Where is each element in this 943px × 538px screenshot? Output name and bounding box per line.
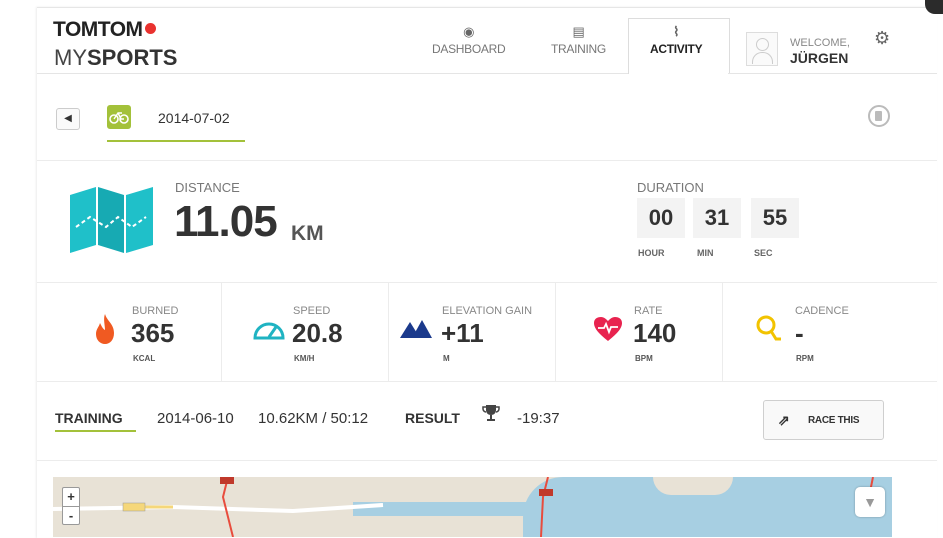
- avatar[interactable]: [746, 32, 778, 66]
- route-map[interactable]: [53, 477, 892, 537]
- tab-training-label: TRAINING: [551, 42, 606, 56]
- result-label: RESULT: [405, 410, 460, 426]
- rate-unit: BPM: [635, 354, 653, 363]
- distance-value: 11.05: [174, 197, 278, 246]
- burned-unit: KCAL: [133, 354, 156, 363]
- min-label: MIN: [697, 248, 714, 258]
- logo-dot-icon: [144, 23, 156, 34]
- heart-icon: [594, 317, 622, 341]
- stat-divider: [221, 283, 222, 381]
- cadence-value: -: [795, 318, 804, 348]
- distance-label: DISTANCE: [175, 180, 240, 195]
- elevation-unit: M: [443, 354, 450, 363]
- cadence-icon: [756, 315, 781, 341]
- map-zoom-control: + -: [62, 487, 80, 525]
- distance-unit: KM: [291, 222, 324, 245]
- date-underline: [107, 140, 245, 142]
- speed-unit: KM/H: [294, 354, 315, 363]
- tab-dashboard-label: DASHBOARD: [432, 42, 506, 56]
- tab-dashboard[interactable]: ◉ DASHBOARD: [432, 24, 506, 57]
- app-frame: [37, 7, 937, 538]
- race-this-button[interactable]: ⇗ RACE THIS: [763, 400, 884, 440]
- layers-icon: ▼: [863, 494, 877, 510]
- mysports-logo: MYSPORTS: [54, 45, 178, 70]
- zoom-in-button[interactable]: +: [63, 488, 79, 507]
- map-roads: [53, 477, 874, 537]
- tab-training[interactable]: ▤ TRAINING: [551, 24, 606, 57]
- map-icon: [70, 187, 153, 253]
- nav-divider-right: [728, 73, 937, 74]
- cadence-label: CADENCE: [795, 305, 849, 317]
- elevation-label: ELEVATION GAIN: [442, 305, 533, 317]
- layers-button[interactable]: ▼: [855, 487, 885, 517]
- nav-divider: [37, 73, 628, 74]
- tab-activity-label: ACTIVITY: [650, 42, 703, 56]
- training-label[interactable]: TRAINING: [55, 410, 123, 426]
- duration-label: DURATION: [637, 180, 704, 195]
- stat-divider: [388, 283, 389, 381]
- delete-icon[interactable]: [868, 105, 890, 127]
- training-distance-time: 10.62KM / 50:12: [258, 410, 369, 427]
- race-arrow-icon: ⇗: [778, 412, 790, 428]
- zoom-out-button[interactable]: -: [63, 507, 79, 525]
- stat-divider: [722, 283, 723, 381]
- rate-label: RATE: [634, 305, 663, 317]
- rate-value: 140: [633, 318, 677, 348]
- duration-minutes: 31: [693, 198, 741, 238]
- divider: [37, 460, 937, 461]
- username[interactable]: JÜRGEN: [790, 50, 848, 66]
- duration-hours: 00: [637, 198, 685, 238]
- duration-seconds: 55: [751, 198, 799, 238]
- training-date: 2014-06-10: [157, 410, 234, 427]
- stat-divider: [555, 283, 556, 381]
- training-underline: [55, 430, 136, 432]
- burned-value: 365: [131, 318, 175, 348]
- elevation-value: +11: [441, 318, 484, 348]
- speed-value: 20.8: [292, 318, 343, 348]
- mountain-icon: [400, 320, 432, 338]
- dashboard-icon: ◉: [463, 24, 475, 39]
- divider: [37, 160, 937, 161]
- bike-icon: [107, 105, 131, 129]
- flame-icon: [96, 314, 114, 344]
- result-value: -19:37: [517, 410, 560, 427]
- hour-label: HOUR: [638, 248, 665, 258]
- training-icon: ▤: [572, 24, 585, 39]
- speedometer-icon: [253, 322, 285, 340]
- burned-label: BURNED: [132, 305, 179, 317]
- trophy-icon: [482, 405, 500, 421]
- activity-date: 2014-07-02: [158, 110, 230, 126]
- cadence-unit: RPM: [796, 354, 814, 363]
- welcome-text: WELCOME,: [790, 37, 850, 49]
- divider: [37, 381, 937, 382]
- tomtom-logo[interactable]: TOMTOM: [53, 18, 156, 42]
- back-button[interactable]: ◀: [56, 108, 80, 130]
- sec-label: SEC: [754, 248, 773, 258]
- tab-activity[interactable]: ⌇ ACTIVITY: [650, 24, 703, 57]
- speed-label: SPEED: [293, 305, 331, 317]
- divider: [37, 282, 937, 283]
- activity-icon: ⌇: [673, 24, 680, 39]
- gear-icon[interactable]: ⚙: [874, 28, 890, 49]
- race-this-label: RACE THIS: [808, 415, 860, 426]
